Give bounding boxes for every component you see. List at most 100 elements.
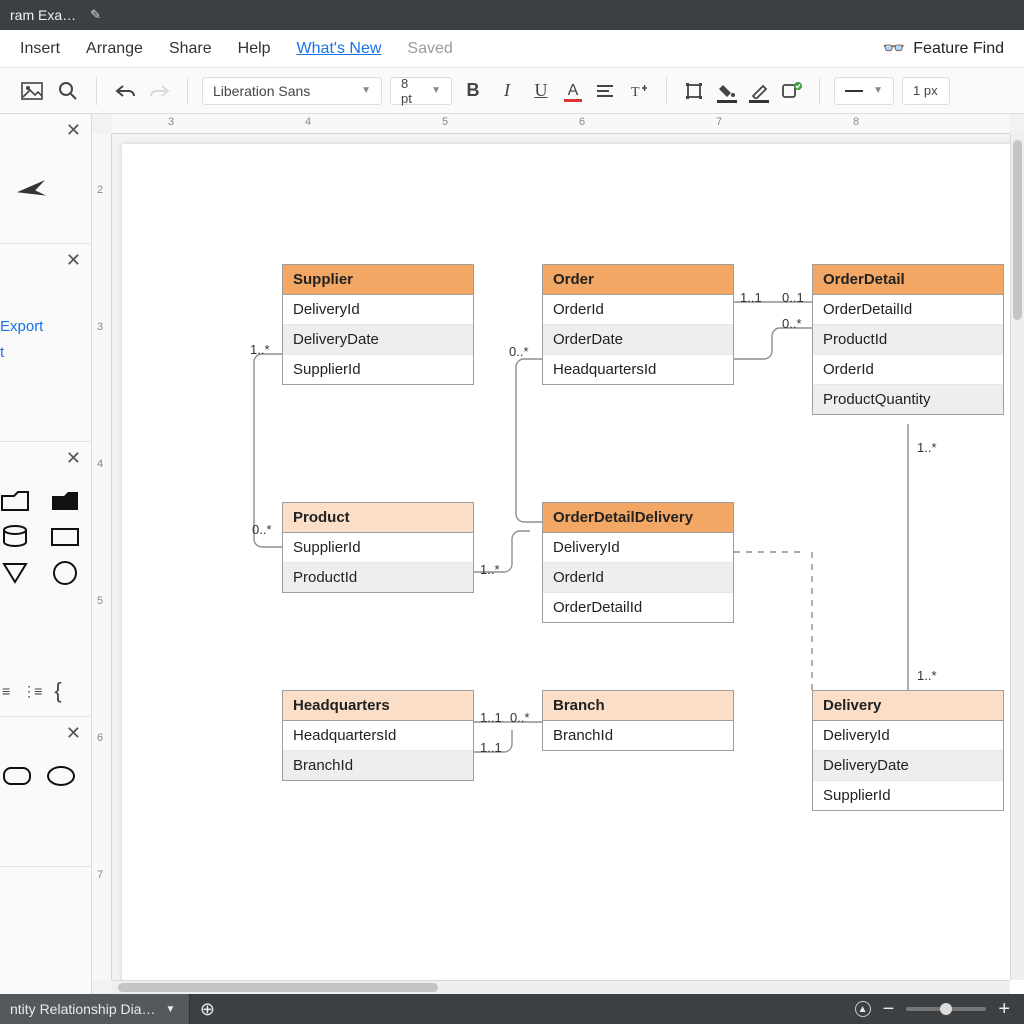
ruler-tick: 7 — [716, 116, 722, 128]
list-ordered-icon[interactable]: ≡ — [2, 683, 8, 699]
shape-cylinder[interactable] — [0, 526, 30, 548]
line-width-value: 1 px — [913, 83, 938, 98]
entity-field: SupplierId — [283, 355, 473, 384]
entity-supplier[interactable]: SupplierDeliveryIdDeliveryDateSupplierId — [282, 264, 474, 385]
close-icon[interactable]: ✕ — [66, 250, 81, 271]
scrollbar-thumb[interactable] — [1013, 140, 1022, 320]
zoom-controls: ▲ − + — [841, 998, 1024, 1021]
close-icon[interactable]: ✕ — [66, 448, 81, 469]
shape-circle[interactable] — [50, 562, 80, 584]
ruler-tick: 4 — [97, 458, 103, 470]
border-color-button[interactable] — [747, 79, 771, 103]
shape-tab-filled[interactable] — [50, 490, 80, 512]
cardinality-label: 0..* — [509, 344, 529, 359]
search-button[interactable] — [54, 77, 82, 105]
entity-title: Supplier — [283, 265, 473, 295]
brace-icon[interactable]: { — [54, 678, 61, 704]
shape-sidebar: ✕ ✕ Export t ✕ ≡ ⋮≡ { — [0, 114, 92, 994]
menu-help[interactable]: Help — [238, 40, 271, 58]
italic-button[interactable]: I — [494, 80, 520, 101]
ruler-tick: 5 — [97, 595, 103, 607]
horizontal-scrollbar[interactable] — [112, 980, 1010, 994]
entity-title: Order — [543, 265, 733, 295]
menu-arrange[interactable]: Arrange — [86, 40, 143, 58]
shape-crop-button[interactable] — [681, 78, 707, 104]
entity-delivery[interactable]: DeliveryDeliveryIdDeliveryDateSupplierId — [812, 690, 1004, 811]
shape-styles-button[interactable] — [779, 78, 805, 104]
page-tab[interactable]: ntity Relationship Dia… ▼ — [0, 994, 190, 1024]
bold-button[interactable]: B — [460, 80, 486, 101]
undo-button[interactable] — [111, 77, 139, 105]
zoom-out-button[interactable]: − — [883, 998, 895, 1021]
menu-share[interactable]: Share — [169, 40, 212, 58]
vertical-ruler: 234567 — [92, 134, 112, 980]
entity-field: BranchId — [283, 751, 473, 780]
canvas[interactable]: SupplierDeliveryIdDeliveryDateSupplierId… — [112, 134, 1024, 994]
ruler-tick: 3 — [168, 116, 174, 128]
feature-find-button[interactable]: 👓 Feature Find — [883, 38, 1004, 59]
entity-hq[interactable]: HeadquartersHeadquartersIdBranchId — [282, 690, 474, 781]
entity-odd[interactable]: OrderDetailDeliveryDeliveryIdOrderIdOrde… — [542, 502, 734, 623]
text-color-button[interactable]: A — [562, 82, 584, 100]
entity-field: SupplierId — [283, 533, 473, 563]
feature-find-label: Feature Find — [913, 40, 1004, 58]
shape-tab[interactable] — [0, 490, 30, 512]
ruler-tick: 4 — [305, 116, 311, 128]
entity-title: OrderDetail — [813, 265, 1003, 295]
page-tab-label: ntity Relationship Dia… — [10, 1001, 156, 1017]
redo-button[interactable] — [147, 78, 173, 104]
vertical-scrollbar[interactable] — [1010, 134, 1024, 980]
insert-image-button[interactable] — [18, 77, 46, 105]
close-icon[interactable]: ✕ — [66, 120, 81, 141]
scrollbar-thumb[interactable] — [118, 983, 438, 992]
sidebar-link-export[interactable]: Export — [0, 314, 43, 340]
text-options-button[interactable]: T — [626, 78, 652, 104]
entity-title: Branch — [543, 691, 733, 721]
zoom-slider-thumb[interactable] — [940, 1003, 952, 1015]
sidebar-section-more-shapes: ✕ — [0, 717, 91, 867]
toolbar-separator — [666, 77, 667, 105]
toolbar-separator — [96, 77, 97, 105]
ruler-tick: 3 — [97, 321, 103, 333]
entity-field: OrderId — [543, 563, 733, 593]
text-align-button[interactable] — [592, 78, 618, 104]
pointer-tool-icon[interactable] — [11, 165, 58, 212]
entity-field: OrderDetailId — [543, 593, 733, 622]
rename-icon[interactable]: ✎ — [90, 7, 101, 23]
ruler-tick: 6 — [579, 116, 585, 128]
entity-orderdetail[interactable]: OrderDetailOrderDetailIdProductIdOrderId… — [812, 264, 1004, 415]
close-icon[interactable]: ✕ — [66, 723, 81, 744]
ruler-tick: 2 — [97, 184, 103, 196]
shape-triangle-down[interactable] — [0, 562, 30, 584]
zoom-reset-icon[interactable]: ▲ — [855, 1001, 871, 1017]
shape-rounded-rect[interactable] — [2, 765, 32, 790]
chevron-down-icon: ▼ — [873, 85, 883, 96]
cardinality-label: 0..* — [510, 710, 530, 725]
entity-product[interactable]: ProductSupplierIdProductId — [282, 502, 474, 593]
entity-field: ProductQuantity — [813, 385, 1003, 414]
shape-rectangle[interactable] — [50, 526, 80, 548]
shape-ellipse[interactable] — [46, 765, 76, 790]
entity-branch[interactable]: BranchBranchId — [542, 690, 734, 751]
entity-field: DeliveryId — [543, 533, 733, 563]
underline-button[interactable]: U — [528, 80, 554, 101]
zoom-slider[interactable] — [906, 1007, 986, 1011]
line-style-select[interactable]: ▼ — [834, 77, 894, 105]
menu-whats-new[interactable]: What's New — [297, 40, 382, 58]
font-family-select[interactable]: Liberation Sans ▼ — [202, 77, 382, 105]
drawing-paper[interactable]: SupplierDeliveryIdDeliveryDateSupplierId… — [122, 144, 1024, 994]
fill-color-button[interactable] — [715, 79, 739, 103]
add-page-button[interactable]: ⊕ — [190, 999, 224, 1020]
menu-insert[interactable]: Insert — [20, 40, 60, 58]
title-bar: ram Exa… ✎ — [0, 0, 1024, 30]
line-width-select[interactable]: 1 px — [902, 77, 950, 105]
zoom-in-button[interactable]: + — [998, 998, 1010, 1021]
sidebar-link-other[interactable]: t — [0, 340, 43, 366]
entity-order[interactable]: OrderOrderIdOrderDateHeadquartersId — [542, 264, 734, 385]
font-size-select[interactable]: 8 pt ▼ — [390, 77, 452, 105]
toolbar: Liberation Sans ▼ 8 pt ▼ B I U A T ▼ 1 p… — [0, 68, 1024, 114]
font-size-value: 8 pt — [401, 76, 421, 106]
chevron-down-icon: ▼ — [431, 85, 441, 96]
sidebar-section-shapes: ✕ ≡ ⋮≡ { — [0, 442, 91, 717]
list-bullets-icon[interactable]: ⋮≡ — [22, 683, 40, 700]
